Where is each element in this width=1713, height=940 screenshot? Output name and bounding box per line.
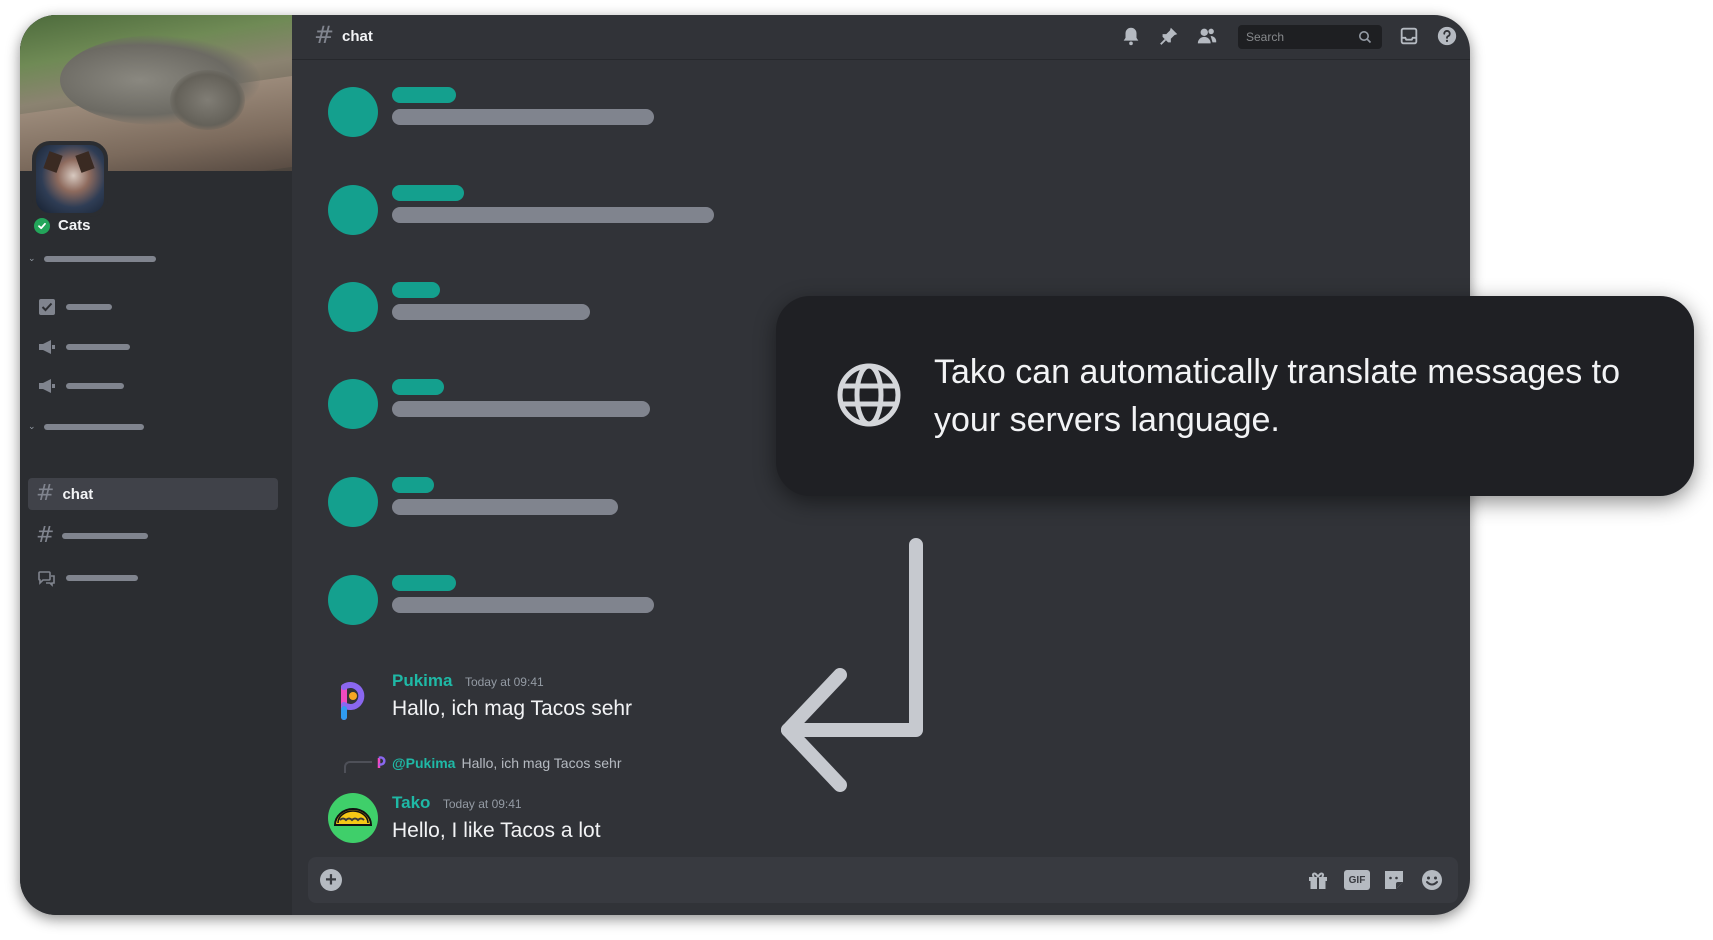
verified-icon	[34, 217, 50, 234]
message-text: Hallo, ich mag Tacos sehr	[392, 697, 633, 720]
channel-placeholder	[66, 383, 124, 389]
channel-title: chat	[342, 28, 373, 45]
chevron-down-icon: ⌄	[28, 253, 36, 263]
tako-avatar[interactable]	[328, 793, 378, 843]
globe-icon	[837, 363, 901, 427]
search-input[interactable]	[1244, 29, 1358, 45]
message-timestamp: Today at 09:41	[442, 797, 522, 811]
message-author[interactable]: Tako	[392, 793, 430, 812]
megaphone-icon	[36, 336, 58, 358]
sticker-icon[interactable]	[1382, 868, 1406, 892]
reply-mention[interactable]: @Pukima	[392, 755, 455, 771]
callout-text: Tako can automatically translate message…	[934, 353, 1621, 439]
translation-callout: Tako can automatically translate message…	[776, 296, 1694, 496]
checklist-icon	[36, 296, 58, 318]
avatar-placeholder	[328, 379, 378, 429]
return-arrow-icon	[781, 538, 923, 792]
channel-rules[interactable]	[36, 291, 112, 323]
channel-text[interactable]: #	[36, 520, 149, 552]
category-placeholder	[44, 423, 144, 430]
server-name: Cats	[58, 217, 91, 234]
reply-connector	[344, 761, 372, 773]
channel-placeholder	[66, 344, 130, 350]
pin-icon[interactable]	[1158, 25, 1180, 47]
hash-icon: #	[314, 21, 335, 49]
gif-label: GIF	[1348, 874, 1366, 886]
bell-icon[interactable]	[1120, 25, 1142, 47]
server-icon[interactable]	[32, 141, 108, 217]
server-header[interactable]: Cats	[34, 217, 91, 234]
channel-placeholder	[66, 575, 138, 581]
avatar-placeholder	[328, 282, 378, 332]
hash-icon: #	[36, 523, 55, 548]
message-text: Hello, I like Tacos a lot	[392, 819, 601, 842]
pukima-avatar[interactable]	[336, 677, 370, 723]
search-icon	[1359, 31, 1372, 44]
reply-text: Hallo, ich mag Tacos sehr	[461, 755, 622, 771]
inbox-icon[interactable]	[1398, 25, 1420, 47]
reply-preview[interactable]: @Pukima Hallo, ich mag Tacos sehr	[376, 755, 622, 771]
message-timestamp: Today at 09:41	[464, 675, 544, 689]
channel-placeholder	[62, 533, 149, 539]
channel-label: chat	[62, 485, 94, 503]
category-header[interactable]: ⌄	[28, 421, 144, 432]
gift-icon[interactable]	[1306, 868, 1330, 892]
message-composer: + GIF	[308, 857, 1458, 903]
channel-chat[interactable]: # chat	[28, 478, 278, 510]
forum-icon	[36, 567, 58, 589]
avatar-placeholder	[328, 87, 378, 137]
channel-header: # chat	[292, 15, 1470, 60]
avatar-placeholder	[328, 185, 378, 235]
emoji-icon[interactable]	[1420, 868, 1444, 892]
help-icon[interactable]	[1436, 25, 1458, 47]
channel-forum[interactable]	[36, 562, 138, 594]
channel-announcements-2[interactable]	[36, 370, 124, 402]
chevron-down-icon: ⌄	[28, 421, 36, 431]
gif-icon[interactable]: GIF	[1344, 870, 1370, 890]
message-input[interactable]	[356, 869, 1260, 893]
channel-announcements[interactable]	[36, 331, 130, 363]
category-header[interactable]: ⌄	[28, 253, 156, 264]
channel-placeholder	[66, 304, 112, 310]
search-box[interactable]	[1238, 25, 1382, 49]
hash-icon: #	[36, 481, 55, 506]
channel-sidebar: Cats ⌄ ⌄ # chat #	[20, 15, 292, 915]
plus-icon[interactable]: +	[320, 869, 342, 891]
avatar-placeholder	[328, 477, 378, 527]
avatar-placeholder	[328, 575, 378, 625]
members-icon[interactable]	[1196, 25, 1218, 47]
megaphone-icon	[36, 375, 58, 397]
message-author[interactable]: Pukima	[392, 671, 452, 690]
category-placeholder	[44, 255, 156, 262]
pukima-mini-avatar	[377, 756, 386, 768]
